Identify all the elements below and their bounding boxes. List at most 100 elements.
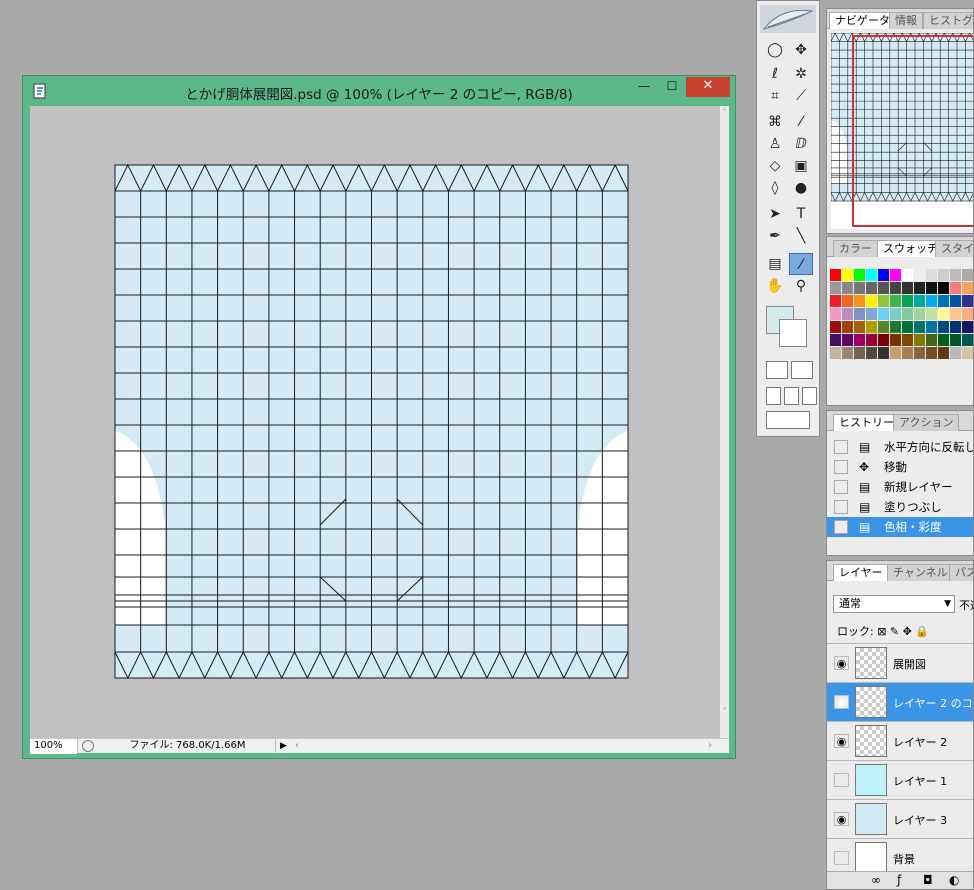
swatch[interactable] <box>950 308 961 320</box>
line-icon[interactable]: ╲ <box>789 225 813 247</box>
swatch-grid[interactable] <box>830 269 973 360</box>
visibility-eye-icon[interactable]: ◉ <box>834 812 849 826</box>
lasso-icon[interactable]: ℓ <box>763 63 787 85</box>
swatch[interactable] <box>878 347 889 359</box>
swatch[interactable] <box>878 334 889 346</box>
zoom-icon[interactable]: ⚲ <box>789 275 813 297</box>
swatch[interactable] <box>914 269 925 281</box>
gradient-icon[interactable]: ▣ <box>789 155 813 177</box>
swatch[interactable] <box>926 334 937 346</box>
scroll-left-arrow[interactable]: ‹ <box>295 739 299 753</box>
swatch[interactable] <box>962 282 973 294</box>
swatch[interactable] <box>962 334 973 346</box>
swatch[interactable] <box>854 321 865 333</box>
marquee-ellipse-icon[interactable]: ◯ <box>763 39 787 61</box>
swatch[interactable] <box>914 282 925 294</box>
zoom-level-field[interactable]: 100% <box>30 739 78 754</box>
vertical-scrollbar[interactable]: ˄ ˅ <box>720 106 729 738</box>
maximize-button[interactable]: ☐ <box>659 77 685 97</box>
history-item[interactable]: ▤ 水平方向に反転し <box>827 437 973 457</box>
tab-styles[interactable]: スタイル <box>935 240 973 257</box>
swatch[interactable] <box>926 321 937 333</box>
brush-icon[interactable]: ⁄ <box>789 111 813 133</box>
swatch[interactable] <box>866 321 877 333</box>
swatch[interactable] <box>938 334 949 346</box>
history-source-checkbox[interactable] <box>834 440 848 454</box>
blur-icon[interactable]: ◊ <box>763 177 787 199</box>
swatch[interactable] <box>854 308 865 320</box>
swatch[interactable] <box>830 321 841 333</box>
history-item[interactable]: ▤ 塗りつぶし <box>827 497 973 517</box>
swatch[interactable] <box>866 282 877 294</box>
swatch[interactable] <box>830 269 841 281</box>
history-item[interactable]: ✥ 移動 <box>827 457 973 477</box>
stamp-icon[interactable]: ♙ <box>763 133 787 155</box>
tab-layers[interactable]: レイヤー <box>833 564 889 581</box>
swatch[interactable] <box>866 347 877 359</box>
swatch[interactable] <box>962 308 973 320</box>
type-icon[interactable]: T <box>789 203 813 225</box>
blend-mode-select[interactable]: 通常 ▼ <box>833 595 955 613</box>
swatch[interactable] <box>866 295 877 307</box>
tab-history[interactable]: ヒストリー <box>833 414 900 431</box>
swatch[interactable] <box>890 269 901 281</box>
swatch[interactable] <box>854 347 865 359</box>
swatch[interactable] <box>950 347 961 359</box>
scroll-down-arrow[interactable]: ˅ <box>720 707 729 716</box>
swatch[interactable] <box>914 321 925 333</box>
screen-mode-standard-icon[interactable] <box>766 387 781 405</box>
notes-icon[interactable]: ▤ <box>763 253 787 275</box>
pen-icon[interactable]: ✒ <box>763 225 787 247</box>
swatch[interactable] <box>890 282 901 294</box>
layer-row[interactable]: レイヤー 1 <box>827 760 973 799</box>
swatch[interactable] <box>854 295 865 307</box>
history-source-checkbox[interactable] <box>834 520 848 534</box>
swatch[interactable] <box>902 295 913 307</box>
slice-icon[interactable]: ⟋ <box>789 85 813 107</box>
swatch[interactable] <box>950 282 961 294</box>
link-layers-icon[interactable]: ∞ <box>871 873 881 887</box>
magic-wand-icon[interactable]: ✲ <box>789 63 813 85</box>
swatch[interactable] <box>926 295 937 307</box>
tab-actions[interactable]: アクション <box>893 414 960 431</box>
status-menu-arrow[interactable]: ▶ <box>280 739 290 753</box>
swatch[interactable] <box>902 308 913 320</box>
tab-channels[interactable]: チャンネル <box>887 564 954 581</box>
history-item[interactable]: ▤ 色相・彩度 <box>827 517 973 537</box>
status-options-icon[interactable] <box>82 740 94 752</box>
swatch[interactable] <box>914 295 925 307</box>
history-brush-icon[interactable]: ⅅ <box>789 133 813 155</box>
swatch[interactable] <box>878 282 889 294</box>
swatch[interactable] <box>854 334 865 346</box>
swatch[interactable] <box>842 334 853 346</box>
swatch[interactable] <box>830 282 841 294</box>
swatch[interactable] <box>830 295 841 307</box>
visibility-eye-icon[interactable] <box>834 851 849 865</box>
swatch[interactable] <box>878 321 889 333</box>
layer-style-icon[interactable]: ƒ <box>897 873 901 887</box>
quick-mask-icon[interactable] <box>791 361 813 379</box>
swatch[interactable] <box>950 269 961 281</box>
minimize-button[interactable]: — <box>631 77 657 97</box>
eraser-icon[interactable]: ◇ <box>763 155 787 177</box>
swatch[interactable] <box>950 295 961 307</box>
eyedropper-icon[interactable]: ⁄ <box>789 253 813 275</box>
swatch[interactable] <box>962 295 973 307</box>
history-source-checkbox[interactable] <box>834 480 848 494</box>
swatch[interactable] <box>926 308 937 320</box>
swatch[interactable] <box>890 334 901 346</box>
swatch[interactable] <box>902 282 913 294</box>
swatch[interactable] <box>950 334 961 346</box>
visibility-eye-icon[interactable]: ◉ <box>834 734 849 748</box>
layer-row[interactable]: ◉ 展開図 <box>827 643 973 682</box>
canvas-area[interactable] <box>30 106 720 738</box>
swatch[interactable] <box>902 269 913 281</box>
swatch[interactable] <box>938 321 949 333</box>
move-icon[interactable]: ✥ <box>789 39 813 61</box>
layer-row[interactable]: ◉ レイヤー 2 のコピー <box>827 682 973 721</box>
swatch[interactable] <box>914 308 925 320</box>
crop-icon[interactable]: ⌗ <box>763 85 787 107</box>
history-item[interactable]: ▤ 新規レイヤー <box>827 477 973 497</box>
navigator-thumbnail[interactable] <box>831 33 974 229</box>
swatch[interactable] <box>902 321 913 333</box>
